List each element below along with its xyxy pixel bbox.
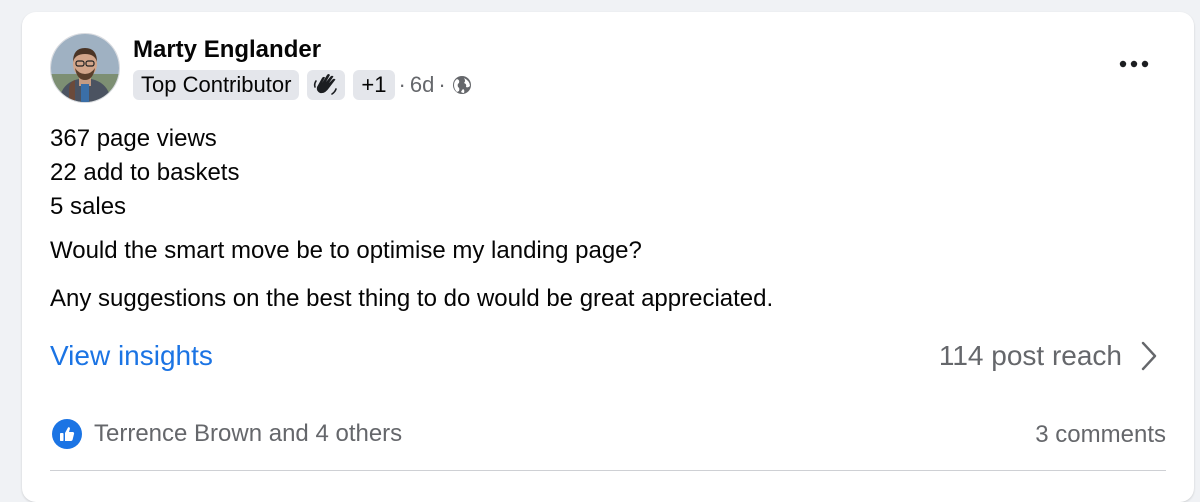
post-line: 22 add to baskets: [50, 159, 240, 186]
more-options-button[interactable]: [1116, 52, 1152, 76]
meta-separator: ·: [398, 72, 406, 97]
post-meta: Top Contributor +1 · 6d ·: [133, 70, 472, 100]
post-request: Any suggestions on the best thing to do …: [50, 285, 774, 312]
post-card: Marty Englander Top Contributor +1 · 6d …: [22, 12, 1194, 502]
extra-badges-count[interactable]: +1: [353, 70, 395, 100]
post-reach-button[interactable]: 114 post reach: [939, 340, 1158, 372]
waving-hand-icon: [314, 74, 338, 95]
post-reach-label: 114 post reach: [938, 340, 1122, 371]
globe-icon[interactable]: [452, 75, 472, 95]
like-icon: [52, 419, 82, 449]
view-insights-link[interactable]: View insights: [50, 340, 213, 372]
avatar-photo: [51, 34, 119, 102]
meta-separator-2: ·: [438, 72, 446, 97]
comments-count-link[interactable]: 3 comments: [1035, 421, 1166, 449]
post-line: 367 page views: [50, 125, 217, 152]
post-stats-text: 367 page views 22 add to baskets 5 sales: [50, 122, 239, 224]
waving-hand-badge[interactable]: [307, 70, 346, 100]
more-options-icon: [1119, 60, 1149, 68]
post-line: 5 sales: [50, 193, 127, 220]
reactions-text: Terrence Brown and 4 others: [94, 420, 403, 447]
reactions-summary[interactable]: Terrence Brown and 4 others: [52, 419, 402, 449]
footer-divider: [50, 470, 1166, 471]
chevron-right-icon: [1140, 341, 1158, 371]
post-time[interactable]: 6d: [410, 72, 434, 98]
post-question: Would the smart move be to optimise my l…: [50, 237, 642, 264]
top-contributor-badge[interactable]: Top Contributor: [133, 70, 300, 100]
author-name[interactable]: Marty Englander: [133, 36, 321, 64]
author-avatar[interactable]: [50, 33, 120, 103]
